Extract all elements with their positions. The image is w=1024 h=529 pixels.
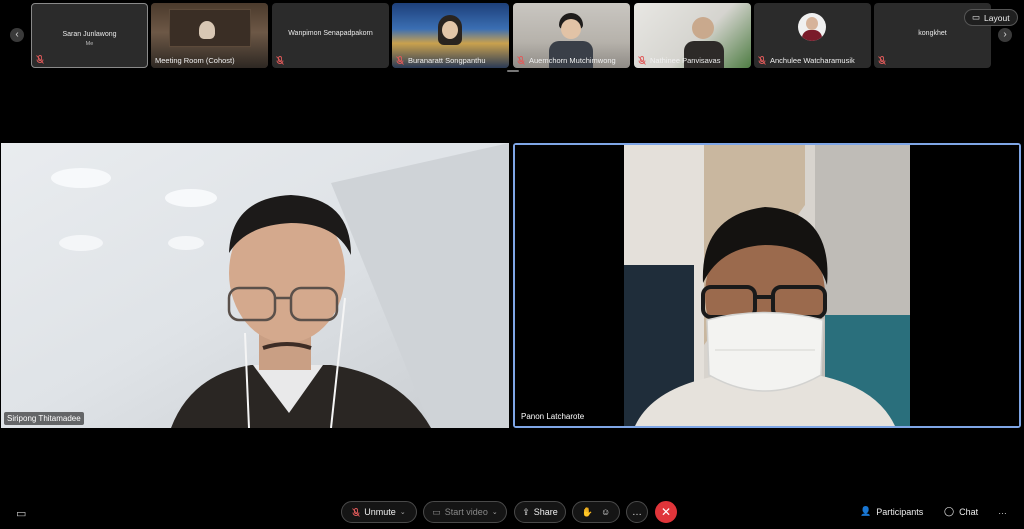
participant-video-feed: [515, 145, 1019, 426]
layout-icon: ▭: [972, 12, 981, 22]
participant-name: Nathinee Panvisavas: [650, 56, 721, 65]
unmute-button[interactable]: Unmute ⌄: [341, 501, 417, 523]
participant-name: Saran Junlawong: [62, 31, 117, 38]
more-icon: …: [998, 506, 1007, 516]
participant-tile[interactable]: Anchulee Watcharamusik: [754, 3, 871, 68]
more-panels-button[interactable]: …: [998, 506, 1007, 516]
muted-mic-icon: [352, 507, 361, 517]
unmute-label: Unmute: [364, 507, 396, 517]
self-indicator: Me: [85, 41, 94, 47]
participant-name-tag: Panon Latcharote: [518, 410, 588, 423]
participant-video-main-right[interactable]: Panon Latcharote: [513, 143, 1021, 428]
muted-mic-icon: [396, 56, 404, 65]
muted-mic-icon: [638, 56, 646, 65]
chevron-down-icon[interactable]: ⌄: [492, 508, 498, 516]
share-button[interactable]: ⇪ Share: [514, 501, 566, 523]
participant-tile[interactable]: Auemchorn Mutchimwong: [513, 3, 630, 68]
leave-meeting-button[interactable]: ✕: [655, 501, 677, 523]
close-icon: ✕: [660, 505, 672, 519]
chat-icon: ◯: [944, 506, 955, 516]
more-options-button[interactable]: …: [626, 501, 648, 523]
share-label: Share: [533, 507, 558, 517]
chevron-down-icon[interactable]: ⌄: [400, 508, 406, 516]
participants-label: Participants: [876, 506, 924, 517]
reactions-group: ✋ ☺: [572, 501, 620, 523]
participant-name: kongkhet: [918, 30, 947, 37]
participant-tile[interactable]: Nathinee Panvisavas: [634, 3, 751, 68]
layout-label: Layout: [984, 12, 1010, 23]
video-camera-icon: ▭: [432, 506, 441, 517]
participant-name: Wanpimon Senapadpakorn: [288, 30, 373, 37]
filmstrip-scroll-indicator: [507, 70, 519, 72]
participant-tile[interactable]: Meeting Room (Cohost): [151, 3, 268, 68]
muted-mic-icon: [758, 56, 766, 65]
participant-name: Auemchorn Mutchimwong: [529, 56, 616, 65]
participant-video-feed: [1, 143, 509, 429]
filmstrip-next-icon[interactable]: ›: [998, 28, 1012, 42]
chat-label: Chat: [959, 506, 979, 517]
participants-button[interactable]: 👤 Participants: [860, 506, 923, 517]
participant-name-tag: Siripong Thitamadee: [4, 412, 84, 425]
muted-mic-icon: [878, 56, 886, 65]
participants-icon: 👤: [860, 506, 872, 516]
chat-button[interactable]: ◯ Chat: [944, 506, 978, 517]
start-video-button[interactable]: ▭ Start video ⌄: [423, 501, 507, 523]
avatar: [798, 13, 826, 41]
participant-tile[interactable]: Wanpimon Senapadpakorn: [272, 3, 389, 68]
participant-name: Buranaratt Songpanthu: [408, 56, 486, 65]
filmstrip-prev-icon[interactable]: ‹: [10, 28, 24, 42]
raise-hand-icon[interactable]: ✋: [582, 507, 593, 518]
participant-name: Meeting Room (Cohost): [155, 56, 235, 65]
muted-mic-icon: [276, 56, 284, 65]
participant-tile[interactable]: Buranaratt Songpanthu: [392, 3, 509, 68]
muted-mic-icon: [36, 55, 44, 64]
emoji-reaction-icon[interactable]: ☺: [601, 507, 610, 517]
layout-button[interactable]: ▭ Layout: [964, 9, 1018, 26]
participant-name: Anchulee Watcharamusik: [770, 56, 855, 65]
muted-mic-icon: [517, 56, 525, 65]
participant-video-main-left[interactable]: Siripong Thitamadee: [1, 143, 509, 429]
share-screen-icon: ⇪: [522, 506, 530, 517]
more-icon: …: [632, 506, 642, 518]
captions-icon[interactable]: ▭: [16, 507, 26, 520]
meeting-window: ‹ › Saran Junlawong Me Meeting Room (Coh…: [0, 0, 1024, 529]
participant-tile-self[interactable]: Saran Junlawong Me: [31, 3, 148, 68]
start-video-label: Start video: [444, 507, 488, 517]
